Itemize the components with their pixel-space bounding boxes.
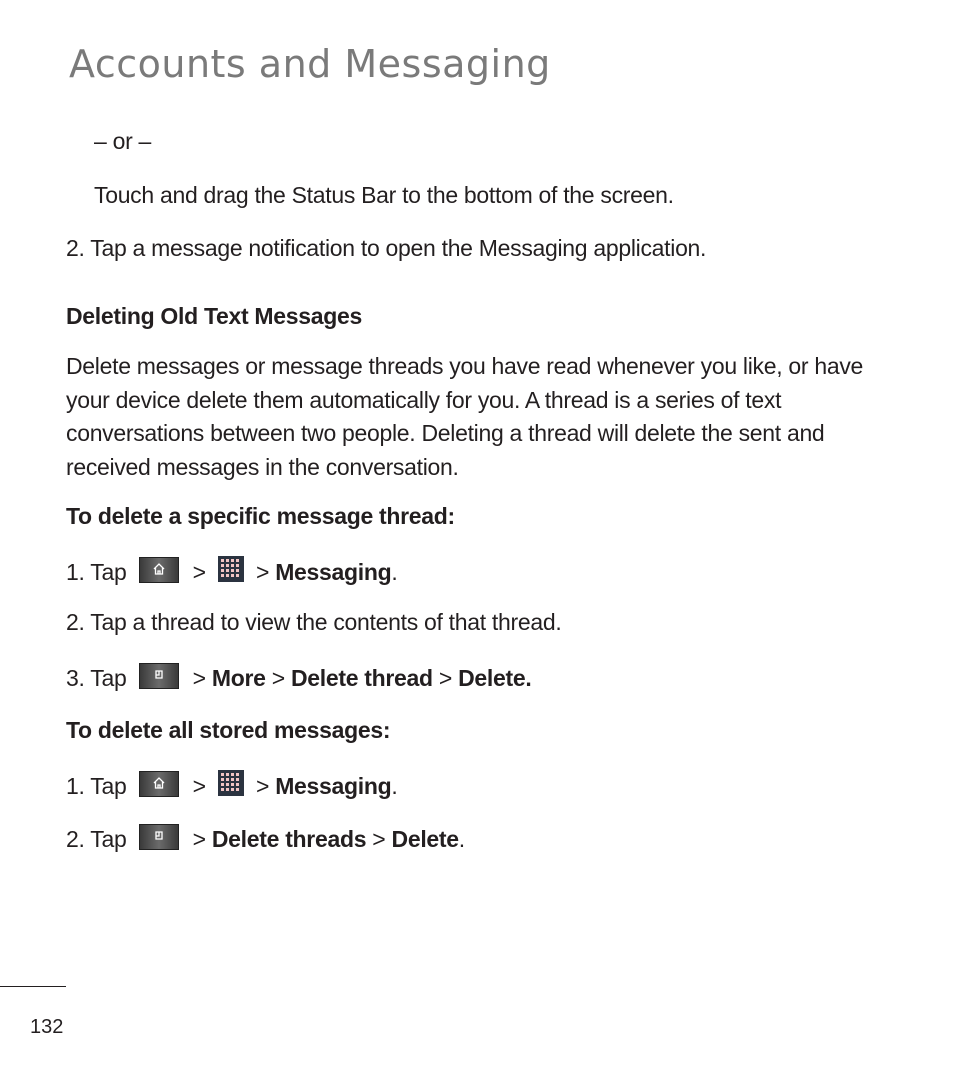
period: . [391,559,398,585]
separator: > [255,559,270,585]
separator: > [192,826,206,852]
home-key-icon [138,771,179,797]
separator: > [271,665,285,691]
separator: > [438,665,453,691]
menu-key-icon [138,824,179,850]
section-heading: Deleting Old Text Messages [66,303,362,329]
section-body: Delete messages or message threads you h… [66,353,864,480]
page-number: 132 [30,1016,64,1038]
messaging-target: Messaging [275,559,392,585]
apps-grid-icon [217,556,244,582]
separator: > [192,773,206,799]
step-prefix: 2. Tap [66,826,127,852]
messaging-target: Messaging [275,773,392,799]
drag-instruction: Touch and drag the Status Bar to the bot… [94,182,674,208]
home-key-icon [138,557,179,583]
all-step-2: 2. Tap > Delete threads > Delete. [66,824,465,853]
menu-key-icon [138,663,179,689]
separator: > [192,559,206,585]
separator: > [372,826,386,852]
period: . [391,773,398,799]
separator: > [192,665,206,691]
specific-step-1: 1. Tap > > Messaging. [66,556,398,586]
specific-heading: To delete a specific message thread: [66,503,455,529]
all-heading: To delete all stored messages: [66,717,391,743]
footer-rule [0,986,66,987]
step-prefix: 3. Tap [66,665,127,691]
all-step-1: 1. Tap > > Messaging. [66,770,398,800]
delete-item: Delete [391,826,460,852]
specific-step-3: 3. Tap > More > Delete thread > Delete. [66,663,532,692]
apps-grid-icon [217,770,244,796]
period: . [458,826,465,852]
page-title: Accounts and Messaging [69,42,551,86]
delete-item: Delete. [458,665,532,691]
or-separator: – or – [94,128,152,154]
step-prefix: 1. Tap [66,559,127,585]
more-item: More [211,665,266,691]
specific-step-2: 2. Tap a thread to view the contents of … [66,609,562,635]
step-prefix: 1. Tap [66,773,127,799]
delete-thread-item: Delete thread [290,665,433,691]
separator: > [255,773,270,799]
step-open-notification: 2. Tap a message notification to open th… [66,235,707,261]
delete-threads-item: Delete threads [211,826,367,852]
